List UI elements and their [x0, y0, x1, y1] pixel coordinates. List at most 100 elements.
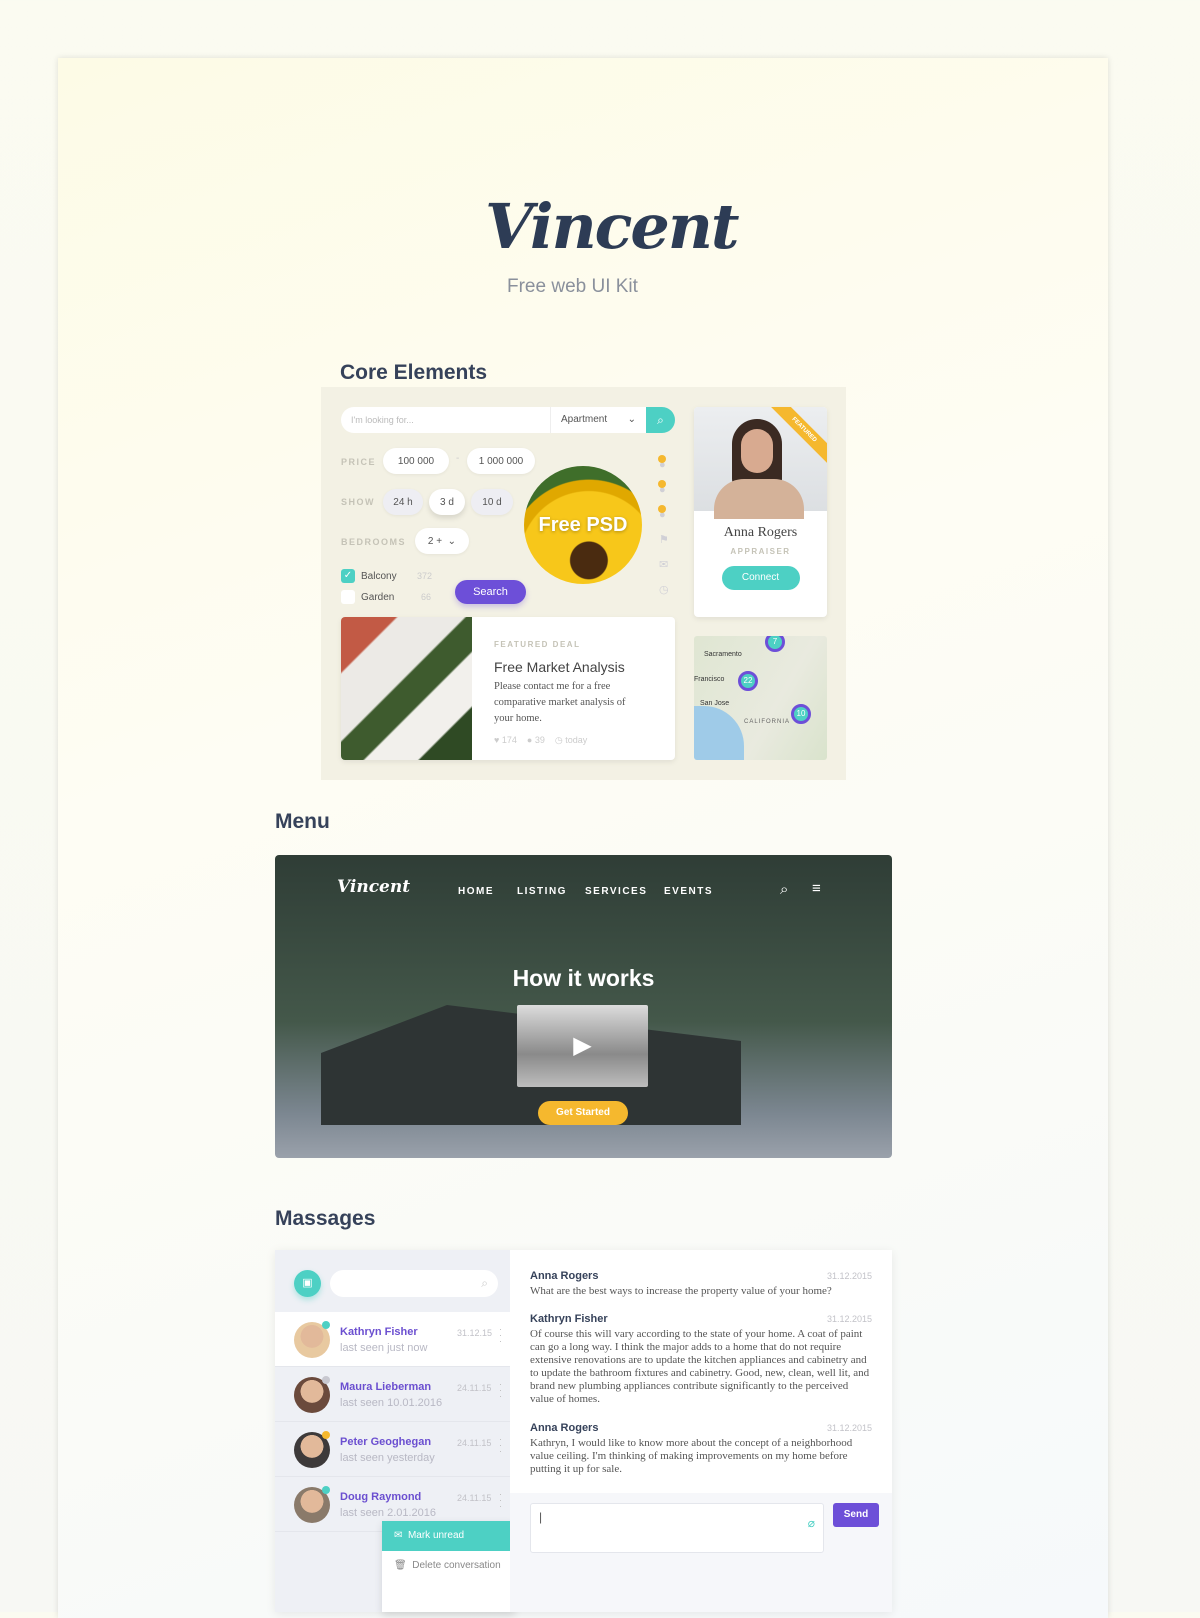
- message: Anna Rogers 31.12.2015 Kathryn, I would …: [530, 1422, 872, 1476]
- get-started-button[interactable]: Get Started: [538, 1101, 628, 1125]
- status-dot: [322, 1321, 330, 1329]
- contact-last-seen: last seen just now: [340, 1342, 428, 1354]
- show-24h[interactable]: 24 h: [383, 489, 423, 515]
- message-date: 31.12.2015: [826, 1271, 872, 1281]
- profile-name: Anna Rogers: [723, 525, 798, 540]
- show-3d[interactable]: 3 d: [429, 489, 465, 515]
- contact-name: Kathryn Fisher: [340, 1326, 418, 1338]
- attach-icon[interactable]: ⌀: [808, 1516, 815, 1530]
- more-options-icon[interactable]: · · ·: [499, 1435, 502, 1456]
- search-input[interactable]: I'm looking for...: [341, 407, 551, 433]
- garden-label: Garden: [361, 592, 395, 603]
- notification-dot: [658, 480, 666, 488]
- map-label: San Jose: [700, 700, 730, 707]
- map-label: Francisco: [694, 676, 725, 683]
- nav-events[interactable]: EVENTS: [664, 886, 713, 897]
- more-options-icon[interactable]: · · ·: [499, 1380, 502, 1401]
- clock-icon[interactable]: ◷: [659, 578, 669, 603]
- delete-conversation-label: Delete conversation: [412, 1560, 501, 1571]
- show-10d[interactable]: 10 d: [471, 489, 513, 515]
- message-author: Kathryn Fisher: [530, 1313, 608, 1325]
- section-title-core: Core Elements: [340, 361, 488, 384]
- type-value: Apartment: [561, 414, 608, 425]
- search-icon: ⌕: [657, 413, 664, 427]
- status-dot: [322, 1431, 330, 1439]
- notification-dot: [658, 455, 666, 463]
- more-options-icon[interactable]: · · ·: [499, 1490, 502, 1511]
- contact-item[interactable]: Maura Lieberman last seen 10.01.2016 24.…: [275, 1367, 510, 1422]
- hero-title: How it works: [512, 965, 655, 991]
- search-button[interactable]: ⌕: [646, 407, 675, 433]
- nav-listing[interactable]: LISTING: [517, 886, 567, 897]
- mark-unread-label: Mark unread: [407, 1530, 465, 1541]
- contacts-search-input[interactable]: ⌕: [330, 1270, 498, 1297]
- show-label: SHOW: [341, 497, 375, 507]
- featured-deal-card: FEATURED DEAL Free Market Analysis Pleas…: [341, 617, 675, 760]
- send-button[interactable]: Send: [833, 1503, 879, 1527]
- search-icon[interactable]: ⌕: [780, 881, 788, 898]
- comments-count: 39: [534, 735, 545, 745]
- deal-stats: ♥ 174 ● 39 ◷ today: [494, 735, 587, 746]
- balcony-label: Balcony: [361, 571, 397, 582]
- map-pin[interactable]: 22: [738, 671, 758, 691]
- nav-services[interactable]: SERVICES: [585, 886, 647, 897]
- deal-text: Please contact me for a free comparative…: [494, 681, 626, 724]
- play-icon[interactable]: ▶: [517, 1005, 648, 1087]
- garden-checkbox[interactable]: [341, 590, 355, 604]
- contact-name: Doug Raymond: [340, 1491, 422, 1503]
- contact-item[interactable]: Kathryn Fisher last seen just now 31.12.…: [275, 1312, 510, 1367]
- message-text: Of course this will vary according to th…: [530, 1328, 870, 1405]
- chevron-down-icon: ⌄: [447, 535, 457, 547]
- mail-icon[interactable]: ✉: [659, 553, 669, 578]
- likes-count: 174: [501, 735, 517, 745]
- bedrooms-select[interactable]: 2 + ⌄: [415, 528, 469, 554]
- video-thumbnail[interactable]: ▶: [517, 1005, 648, 1087]
- menu-logo[interactable]: Vincent: [337, 877, 410, 897]
- contact-date: 31.12.15: [457, 1328, 493, 1338]
- message: Kathryn Fisher 31.12.2015 Of course this…: [530, 1313, 872, 1406]
- menu-icon[interactable]: ≡: [812, 880, 821, 897]
- contact-item[interactable]: Peter Geoghegan last seen yesterday 24.1…: [275, 1422, 510, 1477]
- logo: Vincent: [485, 190, 740, 263]
- map-pin[interactable]: 10: [791, 704, 811, 724]
- price-min-input[interactable]: 100 000: [383, 448, 449, 474]
- balcony-checkbox[interactable]: ✓: [341, 569, 355, 583]
- contact-name: Maura Lieberman: [340, 1381, 432, 1393]
- message: Anna Rogers 31.12.2015 What are the best…: [530, 1270, 872, 1298]
- map[interactable]: Sacramento Francisco San Jose CALIFORNIA…: [694, 636, 827, 760]
- heart-icon[interactable]: ♥: [494, 735, 499, 745]
- map-label: CALIFORNIA: [744, 719, 791, 725]
- clock-icon: ◷: [554, 735, 563, 745]
- contacts-icon[interactable]: ▣: [294, 1270, 321, 1297]
- price-label: PRICE: [341, 457, 377, 467]
- flag-icon[interactable]: ⚑: [659, 528, 669, 553]
- comment-icon[interactable]: ●: [527, 735, 532, 745]
- context-menu: ✉ Mark unread 🗑 Delete conversation: [382, 1521, 515, 1612]
- bedrooms-value: 2 +: [427, 535, 443, 547]
- delete-conversation-item[interactable]: 🗑 Delete conversation: [382, 1551, 515, 1580]
- contact-last-seen: last seen 2.01.2016: [340, 1507, 437, 1519]
- more-options-icon[interactable]: · · ·: [499, 1325, 502, 1346]
- contact-last-seen: last seen 10.01.2016: [340, 1397, 443, 1409]
- search-submit-button[interactable]: Search: [455, 580, 526, 604]
- icon-column: ● ● ● ⚑ ✉ ◷: [659, 453, 669, 603]
- message-date: 31.12.2015: [826, 1314, 872, 1324]
- search-icon: ⌕: [481, 1276, 488, 1290]
- nav-home[interactable]: HOME: [458, 886, 494, 897]
- chevron-down-icon: ⌄: [627, 414, 636, 425]
- deal-title[interactable]: Free Market Analysis: [494, 659, 625, 675]
- map-pin[interactable]: 7: [765, 636, 785, 652]
- type-select[interactable]: Apartment ⌄: [550, 407, 646, 433]
- price-max-input[interactable]: 1 000 000: [467, 448, 535, 474]
- message-input[interactable]: | ⌀: [530, 1503, 824, 1553]
- message-author: Anna Rogers: [530, 1422, 599, 1434]
- notification-dot: [658, 505, 666, 513]
- messages-panel: ▣ ⌕ Kathryn Fisher last seen just now 31…: [275, 1250, 892, 1612]
- balcony-count: 372: [417, 571, 433, 581]
- contact-name: Peter Geoghegan: [340, 1436, 432, 1448]
- deal-time: today: [565, 735, 588, 745]
- mark-unread-item[interactable]: ✉ Mark unread: [382, 1521, 515, 1551]
- profile-role: APPRAISER: [730, 547, 791, 556]
- subtitle: Free web UI Kit: [507, 276, 638, 297]
- connect-button[interactable]: Connect: [721, 566, 800, 590]
